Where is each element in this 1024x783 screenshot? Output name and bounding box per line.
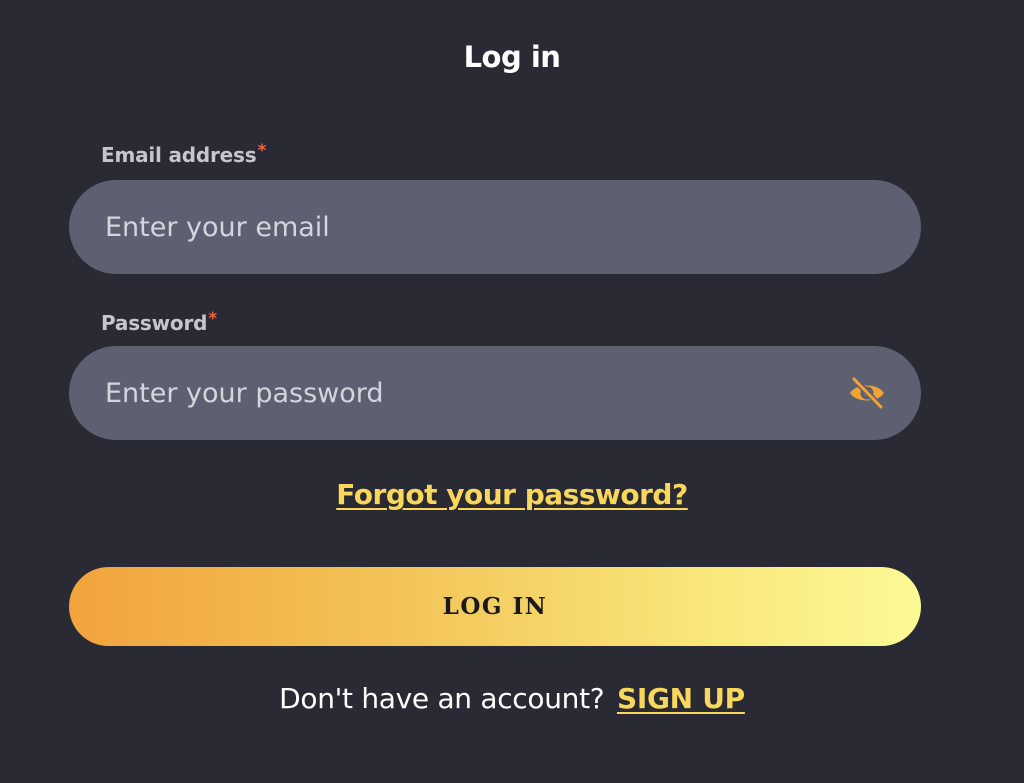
password-field[interactable]: [105, 346, 825, 440]
password-label-text: Password: [101, 311, 208, 335]
email-label-text: Email address: [101, 143, 257, 167]
eye-slash-icon[interactable]: [847, 376, 887, 410]
email-label: Email address*: [101, 141, 266, 167]
login-page: Log in Email address* Password* Forgot y…: [0, 0, 1024, 783]
email-required-mark: *: [257, 141, 267, 161]
forgot-password-row: Forgot your password?: [0, 478, 1024, 511]
email-field[interactable]: [105, 180, 885, 274]
password-field-container: [69, 346, 921, 440]
page-title: Log in: [463, 40, 561, 74]
signup-row: Don't have an account? SIGN UP: [0, 682, 1024, 715]
password-required-mark: *: [208, 309, 217, 329]
login-button[interactable]: LOG IN: [69, 567, 921, 646]
forgot-password-link[interactable]: Forgot your password?: [336, 478, 688, 511]
eye-slash-svg: [850, 376, 884, 410]
signup-link[interactable]: SIGN UP: [617, 682, 745, 715]
signup-prompt: Don't have an account?: [279, 682, 605, 715]
password-label: Password*: [101, 309, 217, 335]
email-field-container: [69, 180, 921, 274]
